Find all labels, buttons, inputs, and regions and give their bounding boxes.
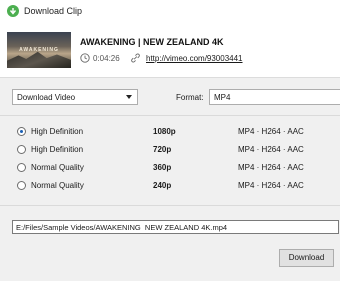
divider bbox=[0, 115, 340, 116]
radio-button-selected[interactable] bbox=[17, 127, 26, 136]
save-path-input[interactable] bbox=[12, 220, 339, 234]
quality-option[interactable]: High Definition 1080p MP4 · H264 · AAC bbox=[0, 125, 340, 139]
quality-label: High Definition bbox=[31, 127, 84, 136]
video-url-link[interactable]: http://vimeo.com/93003441 bbox=[146, 54, 243, 63]
quality-label: Normal Quality bbox=[31, 163, 84, 172]
radio-button[interactable] bbox=[17, 145, 26, 154]
link-icon bbox=[131, 53, 140, 63]
quality-option[interactable]: High Definition 720p MP4 · H264 · AAC bbox=[0, 143, 340, 157]
title-bar: Download Clip bbox=[0, 0, 340, 23]
video-title: AWAKENING | NEW ZEALAND 4K bbox=[80, 37, 224, 47]
quality-option[interactable]: Normal Quality 360p MP4 · H264 · AAC bbox=[0, 161, 340, 175]
video-thumbnail: AWAKENING bbox=[7, 32, 71, 68]
quality-resolution: 720p bbox=[153, 145, 172, 154]
quality-label: Normal Quality bbox=[31, 181, 84, 190]
quality-option[interactable]: Normal Quality 240p MP4 · H264 · AAC bbox=[0, 179, 340, 193]
window-title: Download Clip bbox=[24, 6, 83, 16]
format-select[interactable]: MP4 bbox=[209, 89, 340, 105]
download-type-value: Download Video bbox=[17, 93, 76, 102]
quality-codec: MP4 · H264 · AAC bbox=[238, 145, 304, 154]
chevron-down-icon bbox=[126, 95, 132, 99]
download-clip-window: Download Clip AWAKENING AWAKENING | NEW … bbox=[0, 0, 340, 281]
download-button[interactable]: Download bbox=[279, 249, 334, 267]
radio-button[interactable] bbox=[17, 163, 26, 172]
quality-codec: MP4 · H264 · AAC bbox=[238, 163, 304, 172]
quality-resolution: 1080p bbox=[153, 127, 176, 136]
quality-codec: MP4 · H264 · AAC bbox=[238, 127, 304, 136]
download-type-dropdown[interactable]: Download Video bbox=[12, 89, 138, 105]
divider bbox=[0, 205, 340, 206]
app-icon bbox=[7, 5, 19, 17]
clock-icon bbox=[80, 53, 90, 63]
format-value: MP4 bbox=[214, 93, 231, 102]
quality-resolution: 360p bbox=[153, 163, 172, 172]
video-duration: 0:04:26 bbox=[93, 54, 120, 63]
quality-codec: MP4 · H264 · AAC bbox=[238, 181, 304, 190]
format-label: Format: bbox=[176, 93, 204, 102]
radio-button[interactable] bbox=[17, 181, 26, 190]
quality-label: High Definition bbox=[31, 145, 84, 154]
quality-resolution: 240p bbox=[153, 181, 172, 190]
thumbnail-title: AWAKENING bbox=[19, 47, 59, 53]
